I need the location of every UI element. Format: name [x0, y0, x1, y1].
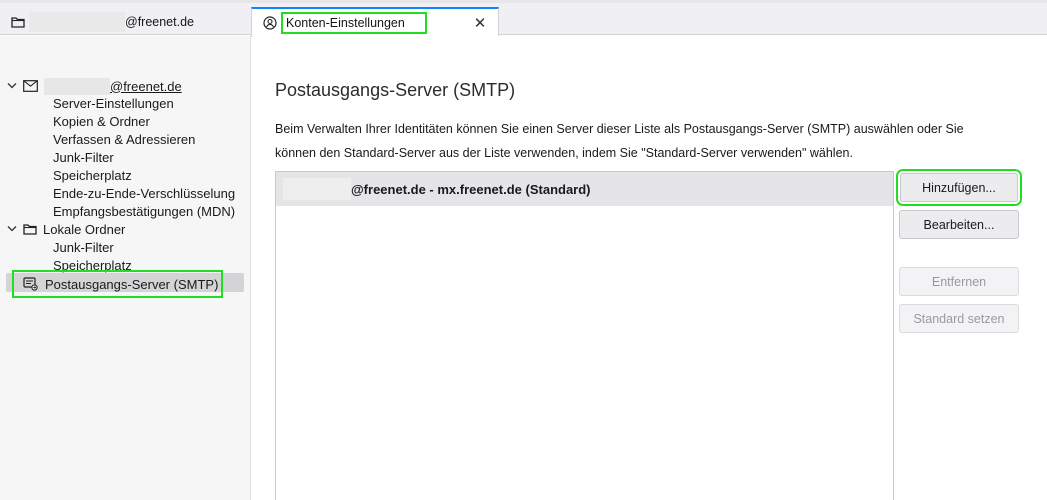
close-icon[interactable]: ✕ — [472, 15, 488, 32]
edit-server-button[interactable]: Bearbeiten... — [899, 210, 1019, 239]
tree-item-e2e-encryption[interactable]: Ende-zu-Ende-Verschlüsselung — [53, 184, 235, 202]
tree-item-local-junk-filter[interactable]: Junk-Filter — [53, 238, 114, 256]
tab-mail-folder[interactable]: @freenet.de — [0, 8, 250, 36]
redacted-email — [29, 12, 125, 32]
tab-account-settings[interactable]: Konten-Einstellungen ✕ — [251, 7, 499, 37]
outgoing-server-icon — [22, 276, 38, 292]
tree-item-copies-folders[interactable]: Kopien & Ordner — [53, 112, 150, 130]
tab-mail-folder-label: @freenet.de — [125, 15, 194, 29]
server-item-label: @freenet.de - mx.freenet.de (Standard) — [351, 181, 591, 197]
outgoing-server-label: Postausgangs-Server (SMTP) — [45, 276, 219, 292]
account-tree-sidebar: @freenet.de Server-Einstellungen Kopien … — [0, 36, 251, 500]
add-server-button[interactable]: Hinzufügen... — [896, 169, 1022, 206]
tree-item-local-folders[interactable]: Lokale Ordner — [6, 220, 125, 238]
tab-bar: @freenet.de Konten-Einstellungen ✕ — [0, 3, 1047, 37]
redacted-email — [283, 178, 351, 200]
mail-account-icon — [22, 78, 38, 94]
account-settings-icon — [262, 15, 278, 31]
tree-item-server-settings[interactable]: Server-Einstellungen — [53, 94, 174, 112]
chevron-down-icon[interactable] — [6, 80, 18, 92]
tree-item-composition[interactable]: Verfassen & Adressieren — [53, 130, 195, 148]
tree-item-account[interactable]: @freenet.de — [6, 77, 182, 95]
tree-item-disk-space[interactable]: Speicherplatz — [53, 166, 132, 184]
redacted-email — [44, 77, 110, 95]
folder-icon — [22, 221, 38, 237]
tree-item-return-receipts[interactable]: Empfangsbestätigungen (MDN) — [53, 202, 235, 220]
tab-account-settings-label: Konten-Einstellungen — [281, 12, 427, 34]
account-label: @freenet.de — [110, 78, 182, 94]
smtp-server-list[interactable]: @freenet.de - mx.freenet.de (Standard) — [275, 171, 894, 500]
description-text: Beim Verwalten Ihrer Identitäten können … — [275, 122, 964, 160]
chevron-down-icon[interactable] — [6, 223, 18, 235]
local-folders-label: Lokale Ordner — [43, 221, 126, 237]
page-title: Postausgangs-Server (SMTP) — [275, 80, 516, 100]
tree-item-outgoing-server[interactable]: Postausgangs-Server (SMTP) — [12, 270, 223, 298]
folder-icon — [10, 14, 26, 30]
remove-server-button[interactable]: Entfernen — [899, 267, 1019, 296]
set-default-button[interactable]: Standard setzen — [899, 304, 1019, 333]
tree-item-junk-filter[interactable]: Junk-Filter — [53, 148, 114, 166]
list-item[interactable]: @freenet.de - mx.freenet.de (Standard) — [276, 172, 893, 206]
settings-pane: Postausgangs-Server (SMTP) Beim Verwalte… — [252, 36, 1047, 500]
